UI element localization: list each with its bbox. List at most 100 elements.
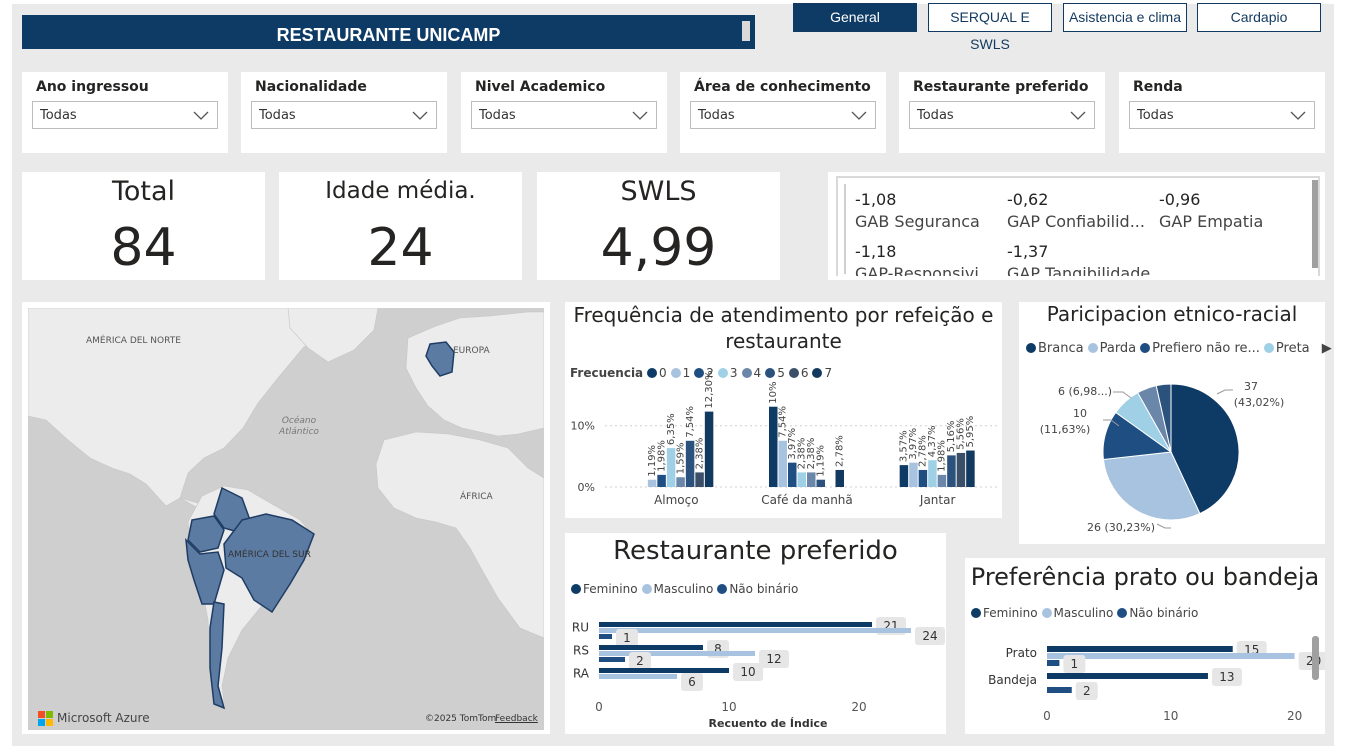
data-label: 1 [1071,657,1079,671]
leader-line [1113,391,1132,399]
filter-ano-ingressou: Ano ingressou Todas [22,72,228,153]
data-label: 1,19% [816,445,827,477]
bar [966,450,975,487]
gap-value: -0,62 [1007,190,1049,209]
y-tick-label: RS [573,644,589,658]
x-tick-label: Jantar [919,493,956,507]
chevron-down-icon [1070,111,1086,120]
etnico-chart-card: Paricipacion etnico-racial Branca Parda Pr… [1019,302,1332,544]
bar [1047,646,1233,652]
filter-dropdown[interactable]: Todas [251,101,437,129]
bar [647,479,657,487]
bar [1047,660,1060,666]
gap-label: GAP Tangibilidade [1007,264,1151,276]
data-label: 1 [623,631,631,645]
y-tick-label: RA [573,667,590,681]
filter-dropdown[interactable]: Todas [471,101,657,129]
x-tick-label: Café da manhã [761,493,853,507]
kpi-value: 84 [110,218,177,278]
kpi-total-card: Total 84 [22,172,265,280]
y-tick-label: Bandeja [988,673,1037,687]
data-label: 37 [1244,380,1258,393]
map-feedback-link[interactable]: Feedback [495,714,538,724]
bar [599,657,625,662]
nav-asistencia-button[interactable]: Asistencia e clima [1063,3,1187,32]
nav-general-button[interactable]: General [793,3,917,32]
data-label: 7,54% [685,406,696,438]
filter-dropdown[interactable]: Todas [909,101,1095,129]
bar [666,448,676,487]
kpi-label: SWLS [620,176,697,207]
gap-label: GAP Confiabilid... [1007,212,1145,231]
gap-label: GAP-Responsivi... [855,264,995,276]
data-label: 5,95% [965,416,976,448]
bar [695,472,704,487]
x-tick-label: 10 [721,700,736,714]
gap-label: GAB Seguranca [855,212,980,231]
bar [704,411,714,487]
filter-label: Restaurante preferido [913,79,1089,95]
chevron-down-icon [1290,111,1306,120]
data-label: 6,35% [666,413,677,445]
bar [956,452,966,487]
filter-label: Ano ingressou [36,79,149,95]
map-label-ocean: Océano Atlántico [279,416,319,437]
etnico-pie-svg[interactable]: 37 (43,02%) 26 (30,23%) 10 (11,63%) 6 (6,98..… [1019,302,1325,544]
kpi-idade-card: Idade média. 24 [279,172,522,280]
map-label-africa: ÁFRICA [460,492,493,502]
bar [788,462,797,487]
bar [599,634,612,639]
bar [599,622,872,627]
map-label-north-america: AMÉRICA DEL NORTE [86,336,181,346]
kpi-value: 4,99 [600,218,717,278]
bar [1047,673,1208,679]
nav-cardapio-button[interactable]: Cardapio [1197,3,1321,32]
bar [909,462,918,487]
filter-label: Nivel Academico [475,79,606,95]
filter-value: Todas [259,108,296,123]
frequencia-chart-card: Frequência de atendimento por refeição e… [565,302,1002,518]
data-label: 24 [922,629,937,643]
data-label: 13 [1219,670,1234,684]
chevron-down-icon [412,111,428,120]
data-label: 10 [1073,407,1087,420]
filter-value: Todas [1137,108,1174,123]
data-label: (11,63%) [1040,423,1091,436]
filter-dropdown[interactable]: Todas [32,101,218,129]
report-title: RESTAURANTE UNICAMP [276,25,501,45]
title-scroll-handle[interactable] [742,21,750,41]
bar [599,628,911,633]
frequencia-chart-svg[interactable]: 0%10%1,19%1,98%6,35%1,59%7,54%2,38%12,30… [565,302,1002,518]
bar [599,651,755,656]
data-label: 1,59% [675,442,686,474]
restaurante-chart-card: Restaurante preferido Feminino Masculino N… [565,533,946,734]
data-label: 6 (6,98...) [1058,385,1112,398]
data-label: 2 [1083,684,1091,698]
prato-chart-svg[interactable]: 01020Prato15201Bandeja132 [965,558,1325,734]
world-map[interactable] [28,308,544,730]
kpi-label: Total [111,176,176,207]
leader-line [1216,389,1233,395]
gap-value: -1,37 [1007,242,1049,261]
gap-scrollbar[interactable] [1312,180,1318,268]
data-label: 6 [688,675,696,689]
filter-nacionalidade: Nacionalidade Todas [241,72,447,153]
gap-label: GAP Empatia [1159,212,1264,231]
data-label: 26 (30,23%) [1087,521,1155,534]
prato-scrollbar[interactable] [1312,636,1319,680]
kpi-label: Idade média. [325,178,476,204]
map-visual: AMÉRICA DEL NORTE EUROPA Océano Atlántic… [22,302,550,734]
map-label-south-america: AMÉRICA DEL SUR [228,550,311,560]
y-tick-label: RU [572,621,589,635]
restaurante-chart-svg[interactable]: 0 10 20Recuento de ÍndiceRU 21241RS 8122RA 10… [565,533,946,734]
filter-dropdown[interactable]: Todas [690,101,876,129]
filter-dropdown[interactable]: Todas [1129,101,1315,129]
x-tick-label: 20 [851,700,866,714]
nav-serqual-button[interactable]: SERQUAL E SWLS [928,3,1052,52]
filter-label: Renda [1133,79,1183,95]
data-label: 10% [768,381,779,403]
filter-label: Área de conhecimento [694,79,871,95]
filter-area-conhecimento: Área de conhecimento Todas [680,72,886,153]
data-label: 2,78% [835,435,846,467]
y-tick-label: 0% [578,481,595,494]
